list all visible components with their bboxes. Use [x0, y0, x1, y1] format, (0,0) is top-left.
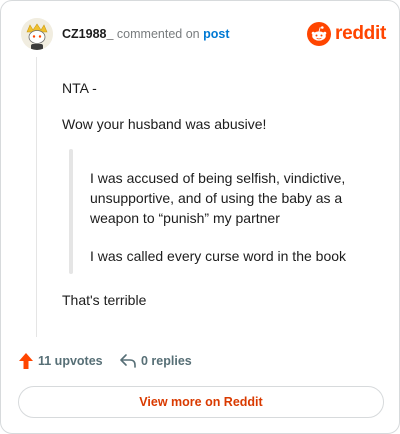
embedded-comment-card: CZ1988_ commented on post reddit NTA - W… — [0, 0, 400, 434]
upvote-arrow-icon — [19, 353, 33, 369]
reddit-wordmark: reddit — [335, 23, 386, 44]
commented-on-text: commented on — [116, 27, 200, 41]
reply-arrow-icon — [120, 354, 136, 368]
blockquote-paragraph: I was accused of being selfish, vindicti… — [90, 170, 346, 226]
comment-paragraph: Wow your husband was abusive! — [62, 116, 267, 132]
upvote-button[interactable]: 11 upvotes — [18, 351, 103, 371]
post-link[interactable]: post — [203, 27, 229, 41]
blockquote-paragraph: I was called every curse word in the boo… — [90, 248, 347, 264]
reddit-alien-icon — [307, 22, 331, 46]
comment-header: CZ1988_ commented on post reddit — [21, 18, 386, 50]
view-more-button[interactable]: View more on Reddit — [18, 386, 384, 418]
blockquote-bar — [69, 149, 73, 274]
snoo-avatar-icon — [21, 18, 53, 50]
username[interactable]: CZ1988_ — [62, 27, 113, 41]
reply-button[interactable]: 0 replies — [119, 351, 192, 371]
comment-meta: CZ1988_ commented on post — [62, 27, 229, 41]
reply-count: 0 replies — [141, 354, 192, 368]
upvote-count: 11 upvotes — [38, 354, 103, 368]
thread-line — [36, 57, 37, 337]
user-avatar[interactable] — [21, 18, 53, 50]
reddit-logo[interactable]: reddit — [307, 22, 386, 46]
comment-closing: That's terrible — [62, 292, 147, 308]
comment-paragraph: NTA - — [62, 80, 97, 96]
